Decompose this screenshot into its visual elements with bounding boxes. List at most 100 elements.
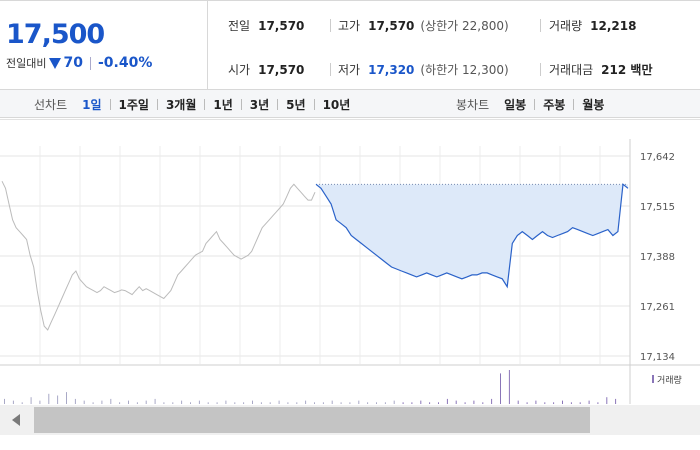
volume-bar <box>579 402 581 404</box>
candle-chart-periods: 봉차트 일봉 주봉 월봉 <box>456 90 605 118</box>
volume-bar <box>384 402 386 404</box>
volume-bar <box>66 392 67 404</box>
stat-value: 17,570 <box>258 62 305 77</box>
candle-period-tab[interactable]: 일봉 <box>503 96 527 113</box>
price-area-fill <box>316 184 628 287</box>
volume-legend-label: 거래량 <box>657 374 682 386</box>
stat-label: 거래대금 <box>549 63 594 77</box>
volume-bar <box>349 402 351 404</box>
candle-period-tab[interactable]: 주봉 <box>542 96 566 113</box>
chart-area: 17,642 17,515 17,388 17,261 17,134 거래량 <box>0 119 700 450</box>
chart-toolbar: 선차트 1일 1주일 3개월 1년 3년 5년 10년 봉차트 일봉 주봉 월봉 <box>0 90 700 118</box>
scroll-thumb[interactable] <box>34 407 590 433</box>
volume-bar <box>314 402 315 404</box>
line-period-tab[interactable]: 3개월 <box>165 96 197 113</box>
y-tick-label: 17,388 <box>640 252 675 263</box>
down-triangle-icon <box>49 57 62 69</box>
stat-label: 전일 <box>228 19 251 33</box>
price-summary: 17,500 전일대비 70 -0.40% <box>0 1 208 90</box>
stat-divider <box>540 19 541 32</box>
volume-bar <box>615 398 617 404</box>
lower-limit: (하한가 12,300) <box>420 63 509 77</box>
volume-bar <box>216 402 218 404</box>
volume-bar <box>393 400 395 404</box>
stat-divider <box>330 63 331 76</box>
stat-label: 시가 <box>228 63 251 77</box>
volume-bar <box>260 402 262 404</box>
stat-amount: 거래대금 212 백만 <box>549 61 652 78</box>
line-period-tab[interactable]: 10년 <box>322 96 352 113</box>
volume-bar <box>48 393 50 404</box>
change-percent: -0.40% <box>97 55 153 71</box>
volume-bar <box>110 398 112 404</box>
volume-bar <box>376 402 377 404</box>
volume-bar <box>207 402 209 404</box>
price-chart: 17,642 17,515 17,388 17,261 17,134 거래량 <box>0 119 700 404</box>
stat-label: 거래량 <box>549 19 583 33</box>
volume-bar <box>198 400 200 404</box>
volume-bar <box>243 402 245 404</box>
chevron-left-icon <box>12 414 20 426</box>
volume-bar <box>21 402 23 404</box>
volume-bar <box>358 400 360 404</box>
candle-chart-label: 봉차트 <box>456 97 490 112</box>
toolbar-divider <box>313 98 315 110</box>
toolbar-divider <box>156 98 158 110</box>
line-period-tab[interactable]: 3년 <box>249 96 270 113</box>
volume-bar <box>269 402 271 404</box>
volume-bar <box>83 400 85 404</box>
change-divider <box>89 56 91 70</box>
candle-period-tab[interactable]: 월봉 <box>581 96 605 113</box>
toolbar-divider <box>534 98 536 110</box>
volume-bar <box>429 402 431 404</box>
volume-bar <box>12 400 14 404</box>
y-tick-label: 17,515 <box>640 202 675 213</box>
scroll-left-button[interactable] <box>0 405 32 435</box>
volume-bar <box>305 400 307 404</box>
volume-bar <box>172 402 174 404</box>
volume-bar <box>74 398 76 404</box>
volume-bar <box>588 400 590 404</box>
stat-divider <box>330 19 331 32</box>
line-period-tab[interactable]: 1주일 <box>118 96 150 113</box>
volume-bar <box>296 402 298 404</box>
line-period-tab[interactable]: 1년 <box>212 96 233 113</box>
volume-bar <box>473 400 475 404</box>
current-price: 17,500 <box>6 19 105 50</box>
chart-scrollbar[interactable] <box>0 405 700 435</box>
line-chart-label: 선차트 <box>34 97 68 112</box>
volume-bar <box>322 402 324 404</box>
stat-value: 17,570 <box>258 18 305 33</box>
volume-bar <box>597 402 599 404</box>
volume-bar <box>119 402 121 404</box>
volume-bar <box>225 400 227 404</box>
volume-bar <box>482 402 484 404</box>
volume-bar <box>526 402 528 404</box>
volume-bar <box>535 400 537 404</box>
stat-low: 저가 17,320 (하한가 12,300) <box>338 61 509 78</box>
volume-bar <box>562 400 563 404</box>
stat-value: 212 백만 <box>601 63 653 77</box>
stat-open: 시가 17,570 <box>228 61 304 78</box>
volume-bar <box>446 398 448 404</box>
stat-label: 저가 <box>338 63 361 77</box>
line-period-tab[interactable]: 1일 <box>81 96 102 113</box>
stat-label: 고가 <box>338 19 361 33</box>
volume-bar <box>4 398 5 404</box>
line-period-tab[interactable]: 5년 <box>285 96 306 113</box>
volume-bar <box>517 400 519 404</box>
toolbar-divider <box>204 98 206 110</box>
change-label: 전일대비 <box>6 57 47 70</box>
volume-bar <box>455 400 457 404</box>
volume-bar <box>411 402 413 404</box>
volume-bar <box>500 373 501 404</box>
volume-bar <box>145 400 147 404</box>
volume-bar <box>39 400 41 404</box>
volume-bar <box>438 402 439 404</box>
volume-bar <box>136 402 138 404</box>
volume-bar <box>287 402 289 404</box>
toolbar-divider <box>109 98 111 110</box>
volume-bar <box>92 402 94 404</box>
volume-bar <box>163 402 165 404</box>
stat-volume: 거래량 12,218 <box>549 17 636 34</box>
